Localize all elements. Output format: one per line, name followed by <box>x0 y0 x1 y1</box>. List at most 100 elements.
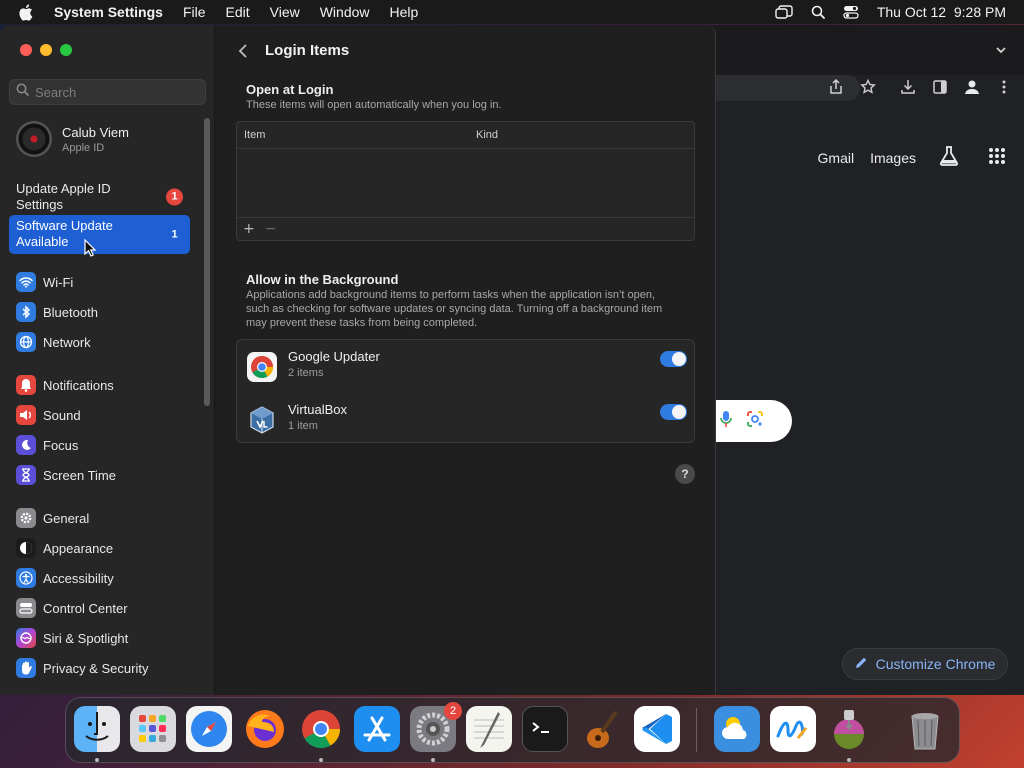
sidebar-group-network: Wi-Fi Bluetooth Network <box>16 267 201 357</box>
sidebar-item-bluetooth[interactable]: Bluetooth <box>16 297 201 327</box>
menu-app-name[interactable]: System Settings <box>54 4 163 20</box>
vscode-icon[interactable] <box>634 706 680 752</box>
sidebar-item-focus[interactable]: Focus <box>16 430 201 460</box>
launchpad-icon[interactable] <box>130 706 176 752</box>
moon-icon <box>16 435 36 455</box>
sidebar-search[interactable] <box>9 79 206 105</box>
column-header-item[interactable]: Item <box>244 129 265 141</box>
wifi-icon <box>16 272 36 292</box>
sidebar-group-notifications: Notifications Sound Focus Screen Time <box>16 370 201 490</box>
download-icon[interactable] <box>898 77 918 97</box>
sidebar-item-label: Control Center <box>43 600 128 616</box>
apps-grid-icon[interactable] <box>988 147 1006 168</box>
sidebar-item-privacy-security[interactable]: Privacy & Security <box>16 653 201 683</box>
textedit-icon[interactable] <box>466 706 512 752</box>
freeform-icon[interactable] <box>770 706 816 752</box>
login-items-table[interactable]: Item Kind + − <box>236 121 695 241</box>
help-button[interactable]: ? <box>675 464 695 484</box>
accessibility-icon <box>16 568 36 588</box>
menu-file[interactable]: File <box>183 4 206 20</box>
sidebar-item-label: Wi-Fi <box>43 274 74 290</box>
apple-id-account[interactable]: Calub Viem Apple ID <box>16 121 129 157</box>
add-login-item-button[interactable]: + <box>243 221 255 237</box>
dock-separator <box>696 708 697 752</box>
menu-help[interactable]: Help <box>390 4 419 20</box>
system-settings-icon[interactable]: 2 <box>410 702 462 752</box>
search-icon <box>16 83 29 101</box>
macos-installer-icon[interactable] <box>826 706 872 752</box>
google-search-box[interactable] <box>710 400 792 442</box>
search-input[interactable] <box>35 84 195 100</box>
background-item-count: 1 item <box>288 420 318 432</box>
app-store-icon[interactable] <box>354 706 400 752</box>
menu-view[interactable]: View <box>270 4 300 20</box>
images-link[interactable]: Images <box>870 150 916 166</box>
remove-login-item-button[interactable]: − <box>265 221 277 237</box>
sidebar-item-label: Siri & Spotlight <box>43 630 129 646</box>
menu-clock[interactable]: Thu Oct 12 9:28 PM <box>877 4 1006 20</box>
finder-icon[interactable] <box>74 706 120 752</box>
spotlight-search-icon[interactable] <box>811 5 825 19</box>
siri-icon <box>16 628 36 648</box>
menu-window[interactable]: Window <box>320 4 370 20</box>
gmail-link[interactable]: Gmail <box>818 150 855 166</box>
sidebar-item-general[interactable]: General <box>16 503 201 533</box>
gear-icon <box>16 508 36 528</box>
share-icon[interactable] <box>826 77 846 97</box>
safari-icon[interactable] <box>186 706 232 752</box>
labs-flask-icon[interactable] <box>938 145 960 170</box>
running-indicator <box>319 758 323 762</box>
sidebar-item-notifications[interactable]: Notifications <box>16 370 201 400</box>
background-item-count: 2 items <box>288 367 324 379</box>
sidebar-group-general: General Appearance Accessibility Control… <box>16 503 201 683</box>
sidebar: Calub Viem Apple ID Update Apple ID Sett… <box>0 25 215 695</box>
sidebar-item-label: Notifications <box>43 377 114 393</box>
close-window-button[interactable] <box>20 44 32 56</box>
garageband-icon[interactable] <box>578 706 624 752</box>
google-updater-toggle[interactable] <box>660 351 687 367</box>
customize-chrome-label: Customize Chrome <box>875 656 996 672</box>
window-switch-icon[interactable] <box>775 5 793 19</box>
bookmark-star-icon[interactable] <box>858 77 878 97</box>
side-panel-icon[interactable] <box>930 77 950 97</box>
weather-icon[interactable] <box>714 706 760 752</box>
customize-chrome-button[interactable]: Customize Chrome <box>842 648 1008 680</box>
sidebar-item-accessibility[interactable]: Accessibility <box>16 563 201 593</box>
sidebar-item-software-update[interactable]: Software Update Available 1 <box>9 215 190 254</box>
firefox-icon[interactable] <box>242 706 288 752</box>
system-settings-window: Calub Viem Apple ID Update Apple ID Sett… <box>0 25 716 695</box>
allow-background-title: Allow in the Background <box>246 272 399 287</box>
google-lens-icon[interactable] <box>746 410 764 433</box>
allow-background-desc: Applications add background items to per… <box>246 289 663 329</box>
table-footer: + − <box>237 217 694 240</box>
sidebar-item-network[interactable]: Network <box>16 327 201 357</box>
sidebar-item-control-center[interactable]: Control Center <box>16 593 201 623</box>
profile-icon[interactable] <box>962 77 982 97</box>
trash-icon[interactable] <box>902 706 948 752</box>
column-header-kind[interactable]: Kind <box>476 129 498 141</box>
sidebar-item-appearance[interactable]: Appearance <box>16 533 201 563</box>
zoom-window-button[interactable] <box>60 44 72 56</box>
control-center-icon[interactable] <box>843 5 859 19</box>
open-at-login-title: Open at Login <box>246 82 334 97</box>
chevron-down-icon[interactable] <box>994 43 1008 57</box>
terminal-icon[interactable] <box>522 706 568 752</box>
sidebar-item-sound[interactable]: Sound <box>16 400 201 430</box>
control-center-icon <box>16 598 36 618</box>
sidebar-item-siri-spotlight[interactable]: Siri & Spotlight <box>16 623 201 653</box>
sidebar-item-screen-time[interactable]: Screen Time <box>16 460 201 490</box>
virtualbox-icon <box>247 405 277 435</box>
sidebar-scrollbar[interactable] <box>204 118 210 406</box>
sidebar-item-update-apple-id[interactable]: Update Apple ID Settings 1 <box>9 178 190 216</box>
back-chevron-icon[interactable] <box>236 42 250 60</box>
menu-edit[interactable]: Edit <box>226 4 250 20</box>
list-item: Google Updater 2 items <box>247 344 687 392</box>
notification-badge: 1 <box>171 228 178 240</box>
chrome-icon[interactable] <box>298 706 344 752</box>
minimize-window-button[interactable] <box>40 44 52 56</box>
sidebar-item-wifi[interactable]: Wi-Fi <box>16 267 201 297</box>
virtualbox-toggle[interactable] <box>660 404 687 420</box>
microphone-icon[interactable] <box>720 410 732 433</box>
apple-icon[interactable] <box>18 3 34 21</box>
more-vert-icon[interactable] <box>994 77 1014 97</box>
